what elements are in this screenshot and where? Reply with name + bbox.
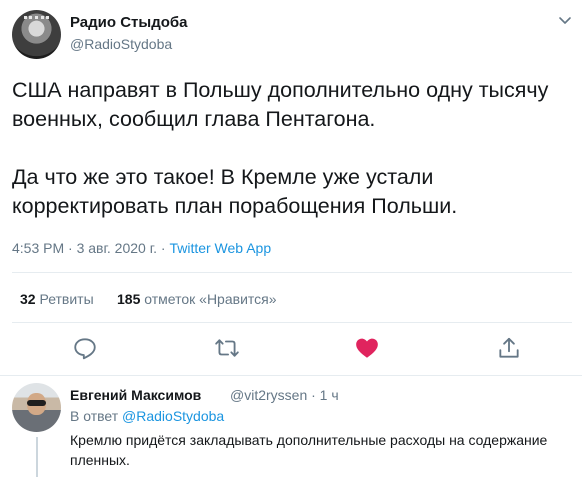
reply-author-avatar[interactable] [12, 383, 61, 432]
thread-line [36, 437, 38, 477]
divider [12, 322, 572, 323]
retweet-icon[interactable] [214, 335, 240, 361]
share-icon[interactable] [496, 335, 522, 361]
in-reply-to: В ответ @RadioStydoba [70, 408, 224, 424]
tweet-stats: 32 Ретвиты 185 отметок «Нравится» [20, 291, 277, 307]
tweet-source-link[interactable]: Twitter Web App [169, 240, 271, 256]
reply-author-name[interactable]: Евгений Максимов [70, 387, 201, 403]
divider [12, 272, 572, 273]
retweets-count: 32 [20, 291, 36, 307]
avatar-crown-decoration [24, 16, 49, 29]
tweet-paragraph-2: Да что же это такое! В Кремле уже устали… [12, 165, 458, 218]
likes-stat[interactable]: 185 отметок «Нравится» [117, 291, 277, 307]
tweet-meta: 4:53 PM · 3 авг. 2020 г. · Twitter Web A… [12, 240, 271, 256]
reply-tweet[interactable]: Евгений Максимов @vit2ryssen · 1 ч В отв… [0, 375, 582, 477]
heart-icon[interactable] [354, 335, 380, 361]
meta-separator: · [160, 240, 166, 256]
tweet-paragraph-1: США направят в Польшу дополнительно одну… [12, 78, 549, 131]
tweet-text: США направят в Польшу дополнительно одну… [12, 76, 572, 221]
author-avatar[interactable] [12, 10, 61, 59]
in-reply-handle-link[interactable]: @RadioStydoba [122, 408, 224, 424]
reply-text: Кремлю придётся закладывать дополнительн… [70, 432, 548, 468]
avatar-sunglasses [27, 400, 46, 406]
retweets-label: Ретвиты [39, 291, 94, 307]
retweets-stat[interactable]: 32 Ретвиты [20, 291, 98, 307]
likes-count: 185 [117, 291, 141, 307]
likes-label: отметок «Нравится» [144, 291, 277, 307]
in-reply-prefix: В ответ [70, 408, 119, 424]
tweet-actions [0, 335, 582, 365]
author-handle[interactable]: @RadioStydoba [70, 36, 172, 52]
reply-icon[interactable] [72, 335, 98, 361]
reply-author-handle-time[interactable]: @vit2ryssen · 1 ч [230, 387, 339, 403]
tweet-timestamp[interactable]: 4:53 PM · 3 авг. 2020 г. [12, 240, 157, 256]
author-name[interactable]: Радио Стыдоба [70, 14, 188, 31]
chevron-down-icon[interactable] [558, 14, 572, 28]
